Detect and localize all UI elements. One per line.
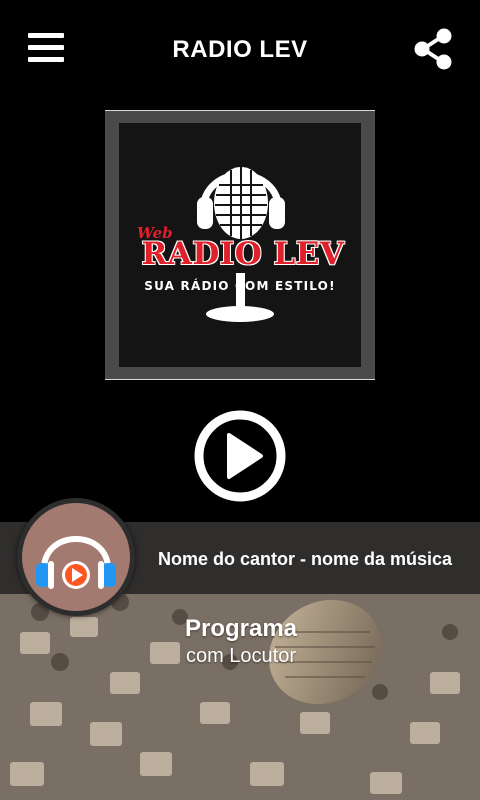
share-icon[interactable] (414, 28, 454, 70)
logo-artwork: Web RADIO LEV SUA RÁDIO COM ESTILO! (119, 123, 361, 367)
play-button[interactable] (193, 409, 287, 503)
now-playing-avatar (17, 498, 135, 616)
now-playing-text: Nome do cantor - nome da música (158, 549, 453, 569)
app-header: RADIO LEV (0, 0, 480, 100)
headphones-play-icon (36, 536, 116, 589)
logo-tagline-text: SUA RÁDIO COM ESTILO! (144, 279, 336, 293)
program-subtitle: com Locutor (185, 645, 297, 667)
station-logo: Web RADIO LEV SUA RÁDIO COM ESTILO! (105, 110, 375, 380)
play-icon (194, 410, 286, 502)
app-title: RADIO LEV (172, 36, 308, 63)
avatar-circle (22, 503, 130, 611)
program-title: Programa (184, 615, 298, 642)
logo-name-text: RADIO LEV (141, 236, 345, 272)
